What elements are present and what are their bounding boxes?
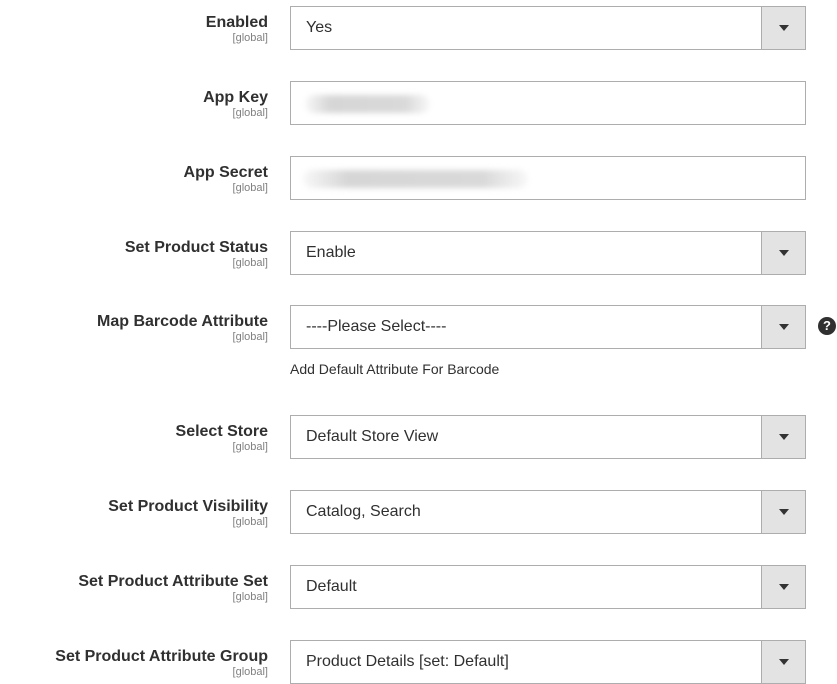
scope-label: [global] (232, 441, 268, 453)
scope-label: [global] (232, 591, 268, 603)
dropdown-button[interactable] (761, 566, 805, 608)
field-label: App Key [global] (0, 88, 268, 120)
label-title: App Key (203, 89, 268, 106)
scope-label: [global] (232, 331, 268, 343)
attribute-group-select[interactable]: Product Details [set: Default] (290, 640, 806, 684)
app-secret-input[interactable] (290, 156, 806, 200)
product-status-select[interactable]: Enable (290, 231, 806, 275)
dropdown-button[interactable] (761, 491, 805, 533)
scope-label: [global] (232, 257, 268, 269)
dropdown-button[interactable] (761, 7, 805, 49)
product-visibility-select[interactable]: Catalog, Search (290, 490, 806, 534)
select-value: Enable (306, 244, 356, 261)
store-select[interactable]: Default Store View (290, 415, 806, 459)
select-value: Yes (306, 19, 333, 36)
question-circle-icon[interactable]: ? (818, 317, 836, 335)
field-label: Set Product Status [global] (0, 238, 268, 270)
select-value: Product Details [set: Default] (306, 653, 509, 670)
dropdown-button[interactable] (761, 416, 805, 458)
field-label: Set Product Visibility [global] (0, 497, 268, 529)
scope-label: [global] (232, 107, 268, 119)
chevron-down-icon (779, 434, 789, 440)
field-label: Select Store [global] (0, 422, 268, 454)
chevron-down-icon (779, 509, 789, 515)
chevron-down-icon (779, 584, 789, 590)
label-title: Set Product Visibility (108, 498, 268, 515)
select-value: Default Store View (306, 428, 439, 445)
dropdown-button[interactable] (761, 306, 805, 348)
field-label: Enabled [global] (0, 13, 268, 45)
chevron-down-icon (779, 659, 789, 665)
chevron-down-icon (779, 25, 789, 31)
label-title: Set Product Attribute Set (78, 573, 268, 590)
app-key-input[interactable] (290, 81, 806, 125)
field-note: Add Default Attribute For Barcode (290, 361, 500, 377)
chevron-down-icon (779, 324, 789, 330)
scope-label: [global] (232, 516, 268, 528)
redacted-value (303, 170, 528, 188)
label-title: Set Product Status (124, 239, 268, 256)
enabled-select[interactable]: Yes (290, 6, 806, 50)
select-value: Default (306, 578, 357, 595)
label-title: Map Barcode Attribute (97, 313, 268, 330)
label-title: App Secret (183, 164, 268, 181)
chevron-down-icon (779, 250, 789, 256)
field-label: Map Barcode Attribute [global] (0, 312, 268, 344)
dropdown-button[interactable] (761, 232, 805, 274)
label-title: Select Store (175, 423, 268, 440)
label-title: Enabled (205, 14, 268, 31)
redacted-value (305, 95, 430, 113)
field-label: Set Product Attribute Set [global] (0, 572, 268, 604)
scope-label: [global] (232, 32, 268, 44)
select-value: ----Please Select---- (306, 318, 447, 335)
label-title: Set Product Attribute Group (55, 648, 268, 665)
select-value: Catalog, Search (306, 503, 421, 520)
attribute-set-select[interactable]: Default (290, 565, 806, 609)
scope-label: [global] (232, 666, 268, 678)
field-label: App Secret [global] (0, 163, 268, 195)
dropdown-button[interactable] (761, 641, 805, 683)
barcode-attribute-select[interactable]: ----Please Select---- (290, 305, 806, 349)
field-label: Set Product Attribute Group [global] (0, 647, 268, 679)
scope-label: [global] (232, 182, 268, 194)
